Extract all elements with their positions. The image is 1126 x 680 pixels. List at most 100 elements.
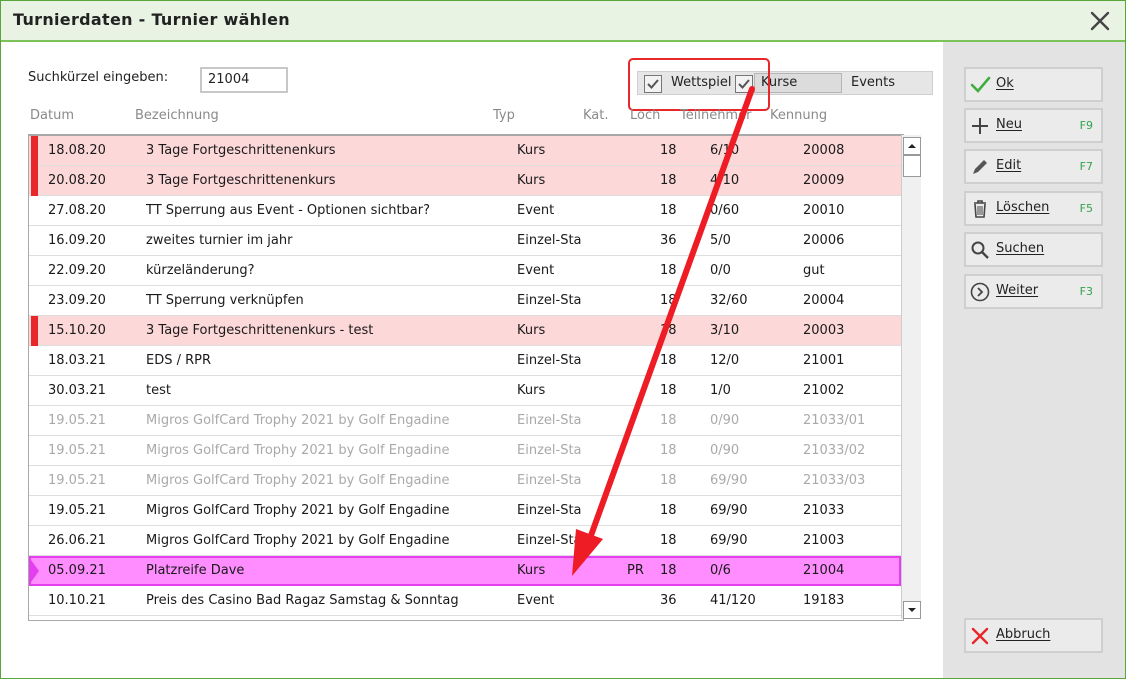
cell-loch: 18 xyxy=(660,263,677,278)
table-row[interactable]: 20.08.20 3 Tage Fortgeschrittenenkurs Kurs… xyxy=(29,166,901,196)
table-row[interactable]: 22.09.20 kürzeländerung? Event 18 0/0 gut xyxy=(29,256,901,286)
cell-bezeichnung: Migros GolfCard Trophy 2021 by Golf Enga… xyxy=(146,473,450,488)
cell-teilnehmer: 0/90 xyxy=(710,413,740,428)
suchen-button[interactable]: Suchen xyxy=(964,232,1103,267)
cell-loch: 18 xyxy=(660,473,677,488)
cell-loch: 36 xyxy=(660,233,677,248)
cell-loch: 18 xyxy=(660,203,677,218)
loeschen-button[interactable]: Löschen F5 xyxy=(964,191,1103,226)
table-row[interactable]: 30.03.21 test Kurs 18 1/0 21002 xyxy=(29,376,901,406)
table-row[interactable]: 16.09.20 zweites turnier im jahr Einzel-St… xyxy=(29,226,901,256)
annotation-highlight-box xyxy=(628,58,770,111)
ok-label: Ok xyxy=(996,76,1014,91)
cell-teilnehmer: 12/0 xyxy=(710,353,740,368)
table-row[interactable]: 23.09.20 TT Sperrung verknüpfen Einzel-Sta… xyxy=(29,286,901,316)
cell-datum: 16.09.20 xyxy=(48,233,106,248)
cell-loch: 36 xyxy=(660,593,677,608)
cell-kennung: gut xyxy=(803,263,825,278)
trash-icon xyxy=(974,200,986,218)
col-header-datum[interactable]: Datum xyxy=(30,108,74,123)
cell-bezeichnung: Migros GolfCard Trophy 2021 by Golf Enga… xyxy=(146,503,450,518)
neu-shortcut: F9 xyxy=(1079,119,1093,132)
col-header-kennung[interactable]: Kennung xyxy=(770,108,827,123)
cell-kennung: 20010 xyxy=(803,203,845,218)
arrow-up-icon xyxy=(908,144,916,148)
cell-typ: Einzel-Sta xyxy=(517,353,582,368)
scroll-down-button[interactable] xyxy=(903,601,921,619)
cell-datum: 15.10.20 xyxy=(48,323,106,338)
cell-teilnehmer: 3/10 xyxy=(710,323,740,338)
cell-teilnehmer: 41/120 xyxy=(710,593,756,608)
cell-loch: 18 xyxy=(660,413,677,428)
tournament-table: 18.08.20 3 Tage Fortgeschrittenenkurs Kurs… xyxy=(28,134,904,621)
table-row[interactable]: 26.06.21 Migros GolfCard Trophy 2021 by G… xyxy=(29,526,901,556)
col-header-typ[interactable]: Typ xyxy=(493,108,515,123)
cell-teilnehmer: 5/0 xyxy=(710,233,731,248)
row-status-marker xyxy=(31,166,38,196)
scroll-up-button[interactable] xyxy=(903,137,921,155)
table-row[interactable]: 15.10.20 3 Tage Fortgeschrittenenkurs - t… xyxy=(29,316,901,346)
cell-typ: Event xyxy=(517,203,555,218)
table-row[interactable]: 27.08.20 TT Sperrung aus Event - Optionen… xyxy=(29,196,901,226)
cell-kennung: 20006 xyxy=(803,233,845,248)
cell-typ: Kurs xyxy=(517,173,546,188)
cell-loch: 18 xyxy=(660,293,677,308)
table-scrollbar[interactable] xyxy=(901,135,921,619)
cell-typ: Kurs xyxy=(517,323,546,338)
window-title: Turnierdaten - Turnier wählen xyxy=(13,10,290,29)
cell-kat: PR xyxy=(627,563,644,578)
arrow-down-icon xyxy=(908,608,916,612)
table-row[interactable]: 10.10.21 Preis des Casino Bad Ragaz Samst… xyxy=(29,586,901,616)
weiter-button[interactable]: Weiter F3 xyxy=(964,274,1103,309)
edit-button[interactable]: Edit F7 xyxy=(964,149,1103,184)
cell-bezeichnung: Migros GolfCard Trophy 2021 by Golf Enga… xyxy=(146,413,450,428)
cell-typ: Event xyxy=(517,593,555,608)
pencil-icon xyxy=(973,160,987,174)
col-header-bezeichnung[interactable]: Bezeichnung xyxy=(135,108,219,123)
cell-teilnehmer: 1/0 xyxy=(710,383,731,398)
loeschen-shortcut: F5 xyxy=(1079,202,1093,215)
table-row[interactable]: 19.05.21 Migros GolfCard Trophy 2021 by G… xyxy=(29,466,901,496)
cell-loch: 18 xyxy=(660,353,677,368)
cell-datum: 19.05.21 xyxy=(48,473,106,488)
cell-datum: 20.08.20 xyxy=(48,173,106,188)
table-row[interactable]: 05.09.21 Platzreife Dave Kurs PR 18 0/6 21004 xyxy=(29,556,901,586)
table-row[interactable]: 18.03.21 EDS / RPR Einzel-Sta 18 12/0 21001 xyxy=(29,346,901,376)
edit-shortcut: F7 xyxy=(1079,160,1093,173)
col-header-teilnehmer[interactable]: Teilnehmer xyxy=(680,108,751,123)
weiter-label: Weiter xyxy=(996,283,1039,298)
cell-bezeichnung: 3 Tage Fortgeschrittenenkurs - test xyxy=(146,323,374,338)
table-row[interactable]: 19.05.21 Migros GolfCard Trophy 2021 by G… xyxy=(29,496,901,526)
cell-datum: 27.08.20 xyxy=(48,203,106,218)
cell-teilnehmer: 0/0 xyxy=(710,263,731,278)
col-header-kat[interactable]: Kat. xyxy=(583,108,609,123)
table-row[interactable]: 19.05.21 Migros GolfCard Trophy 2021 by G… xyxy=(29,436,901,466)
ok-button[interactable]: Ok xyxy=(964,67,1103,102)
row-status-marker xyxy=(31,316,38,346)
cell-typ: Einzel-Sta xyxy=(517,293,582,308)
cell-kennung: 21002 xyxy=(803,383,845,398)
table-row[interactable]: 19.05.21 Migros GolfCard Trophy 2021 by G… xyxy=(29,406,901,436)
cell-typ: Kurs xyxy=(517,383,546,398)
table-row[interactable]: 18.08.20 3 Tage Fortgeschrittenenkurs Kurs… xyxy=(29,136,901,166)
filter-events-label[interactable]: Events xyxy=(851,75,895,90)
cell-typ: Einzel-Sta xyxy=(517,473,582,488)
cell-datum: 05.09.21 xyxy=(48,563,106,578)
search-input[interactable]: 21004 xyxy=(200,67,288,93)
cell-bezeichnung: EDS / RPR xyxy=(146,353,212,368)
scroll-thumb[interactable] xyxy=(903,155,921,177)
cell-kennung: 21001 xyxy=(803,353,845,368)
cell-teilnehmer: 0/90 xyxy=(710,443,740,458)
close-icon[interactable] xyxy=(1087,8,1113,34)
neu-label: Neu xyxy=(996,117,1022,132)
cell-bezeichnung: 3 Tage Fortgeschrittenenkurs xyxy=(146,143,336,158)
col-header-loch[interactable]: Loch xyxy=(630,108,660,123)
neu-button[interactable]: Neu F9 xyxy=(964,108,1103,143)
red-x-icon xyxy=(971,627,989,645)
abbruch-button[interactable]: Abbruch xyxy=(964,618,1103,653)
cell-loch: 18 xyxy=(660,383,677,398)
cell-bezeichnung: Migros GolfCard Trophy 2021 by Golf Enga… xyxy=(146,443,450,458)
dialog-window: Turnierdaten - Turnier wählen Suchkürzel… xyxy=(0,0,1126,679)
row-selected-marker xyxy=(31,560,39,582)
cell-typ: Einzel-Sta xyxy=(517,503,582,518)
